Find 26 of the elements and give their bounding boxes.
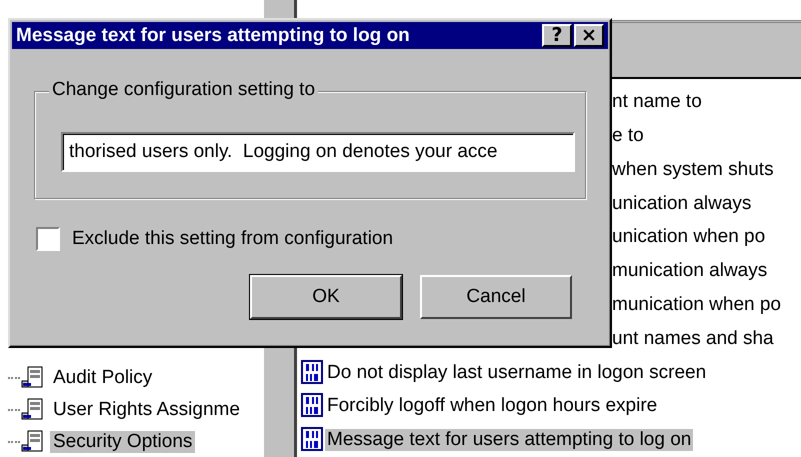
checkbox[interactable] — [36, 227, 60, 251]
tree-item[interactable]: User Rights Assignme — [50, 399, 243, 421]
input-field[interactable]: thorised users only. Logging on denotes your acce — [61, 132, 575, 172]
close-button[interactable]: × — [574, 24, 604, 47]
help-button[interactable]: ? — [542, 24, 572, 47]
binary-icon — [301, 360, 325, 386]
dialog-title: Message text for users attempting to log on — [16, 24, 411, 46]
binary-icon — [301, 393, 325, 420]
list-item[interactable]: Do not display last username in logon screen — [325, 362, 708, 384]
list-item[interactable]: nt name to — [610, 91, 704, 114]
list-item[interactable]: unication always — [610, 192, 754, 215]
ok-button[interactable]: OK — [250, 275, 402, 319]
tree-item[interactable]: Security Options — [50, 431, 196, 453]
list-item[interactable]: munication always — [610, 260, 770, 282]
list-item[interactable]: unt names and sha — [610, 328, 776, 350]
list-item[interactable]: unication when po — [610, 226, 768, 248]
tree-item[interactable]: Audit Policy — [50, 367, 156, 389]
list-item[interactable]: e to — [610, 124, 646, 147]
group-label: Change configuration setting to — [49, 79, 318, 101]
cancel-button[interactable]: Cancel — [420, 275, 572, 319]
list-item[interactable]: Message text for users attempting to log on — [325, 429, 694, 452]
list-item[interactable]: when system shuts — [610, 158, 776, 181]
list-item[interactable]: Forcibly logoff when logon hours expire — [325, 395, 660, 418]
binary-icon — [301, 427, 325, 454]
list-item[interactable]: munication when po — [610, 294, 783, 316]
checkbox-label[interactable]: Exclude this setting from configuration — [72, 228, 394, 250]
